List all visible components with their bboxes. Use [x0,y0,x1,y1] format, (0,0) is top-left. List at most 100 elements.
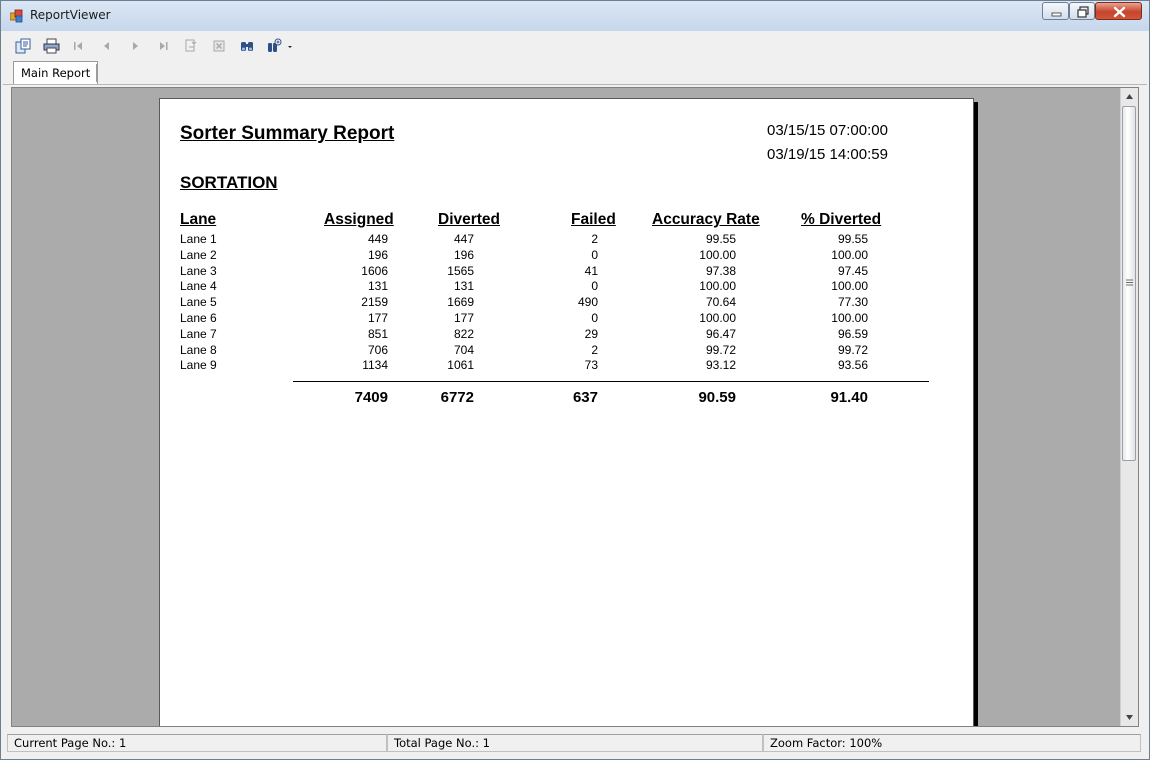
cell-accuracy-rate: 100.00 [699,247,736,262]
find-icon [241,42,253,51]
table-row: Lane 6 177 177 0 100.00 100.00 [160,311,960,327]
minimize-button[interactable] [1042,2,1069,20]
column-header-lane: Lane [180,211,217,228]
cell-failed: 73 [584,358,598,373]
cell-lane: Lane 5 [180,295,217,310]
cell-lane: Lane 1 [180,232,217,246]
total-failed: 637 [572,389,598,406]
total-accuracy-rate: 90.59 [698,389,736,406]
vertical-scrollbar[interactable] [1120,88,1138,726]
app-icon [10,9,23,23]
scroll-up-button[interactable] [1121,88,1138,105]
cell-percent-diverted: 100.00 [831,247,868,262]
find-button[interactable] [237,36,257,56]
cell-failed: 0 [591,247,598,262]
last-page-icon [160,42,168,50]
cell-failed: 29 [584,326,598,341]
cell-assigned: 1134 [362,358,388,373]
column-header-failed: Failed [571,211,616,228]
cell-assigned: 1606 [361,263,388,278]
report-start-date: 03/15/15 07:00:00 [767,122,888,139]
total-assigned: 7409 [354,389,388,406]
totals-divider [293,381,929,382]
next-page-icon [133,42,138,50]
toolbar [3,33,1147,59]
cell-diverted: 177 [453,311,474,325]
report-title: Sorter Summary Report [180,123,395,144]
total-percent-diverted: 91.40 [830,389,868,406]
scroll-thumb[interactable] [1122,106,1136,461]
table-row: Lane 4 131 131 0 100.00 100.00 [160,279,960,295]
cell-accuracy-rate: 96.47 [705,326,736,341]
table-row: Lane 3 1606 1565 41 97.38 97.45 [160,264,960,280]
stop-button[interactable] [209,36,229,56]
window-title: ReportViewer [30,8,111,22]
cell-accuracy-rate: 93.12 [705,358,736,373]
cell-lane: Lane 6 [180,311,217,325]
first-page-icon [74,42,82,50]
cell-diverted: 1669 [447,295,474,310]
scroll-down-button[interactable] [1121,709,1138,726]
total-page-status: Total Page No.: 1 [387,734,763,752]
cell-diverted: 704 [453,342,474,357]
cell-assigned: 449 [367,232,388,246]
cell-lane: Lane 3 [180,263,217,278]
goto-parent-button[interactable] [181,36,201,56]
close-icon [1113,6,1126,18]
next-page-button[interactable] [125,36,145,56]
cell-percent-diverted: 97.45 [837,263,868,278]
tab-strip: Main Report [3,59,1147,85]
column-header-diverted: Diverted [438,211,501,228]
column-header-percent-diverted: % Diverted [801,211,882,228]
table-row: Lane 2 196 196 0 100.00 100.00 [160,248,960,264]
title-bar[interactable]: ReportViewer [1,1,1149,31]
table-row: Lane 7 851 822 29 96.47 96.59 [160,327,960,343]
column-header-accuracy-rate: Accuracy Rate [652,211,760,228]
cell-failed: 0 [591,311,598,325]
cell-accuracy-rate: 70.64 [705,295,736,310]
table-row: Lane 5 2159 1669 490 70.64 77.30 [160,295,960,311]
cell-assigned: 196 [367,247,388,262]
cell-diverted: 1565 [447,263,474,278]
cell-lane: Lane 2 [180,247,217,262]
cell-diverted: 1061 [447,358,474,373]
close-button[interactable] [1095,2,1142,20]
cell-diverted: 822 [453,326,474,341]
first-page-button[interactable] [69,36,89,56]
cell-percent-diverted: 99.72 [837,342,868,357]
print-icon [43,38,60,54]
cell-failed: 2 [591,342,598,357]
cell-accuracy-rate: 100.00 [699,279,736,294]
export-button[interactable] [13,36,33,56]
report-viewer-window: ReportViewer Main Report Sorter Summary … [0,0,1150,760]
previous-page-button[interactable] [97,36,117,56]
cell-percent-diverted: 100.00 [831,311,868,325]
cell-percent-diverted: 77.30 [837,295,868,310]
goto-parent-icon [185,39,197,52]
restore-button[interactable] [1069,2,1095,20]
cell-accuracy-rate: 97.38 [705,263,736,278]
cell-diverted: 131 [453,279,474,294]
cell-percent-diverted: 96.59 [837,326,868,341]
cell-diverted: 196 [453,247,474,262]
cell-accuracy-rate: 99.72 [705,342,736,357]
export-icon [15,38,31,54]
print-button[interactable] [41,36,61,56]
zoom-icon [268,38,292,52]
cell-accuracy-rate: 99.55 [705,232,736,246]
restore-icon [1077,6,1089,18]
report-page: Sorter Summary Report 03/15/15 07:00:00 … [159,98,974,726]
tab-main-report[interactable]: Main Report [13,61,99,84]
cell-percent-diverted: 93.56 [837,358,868,373]
table-row: Lane 8 706 704 2 99.72 99.72 [160,343,960,359]
zoom-dropdown-button[interactable] [265,36,295,56]
cell-assigned: 2159 [361,295,388,310]
cell-lane: Lane 7 [180,326,217,341]
report-viewport[interactable]: Sorter Summary Report 03/15/15 07:00:00 … [11,87,1139,727]
totals-row: 7409 6772 637 90.59 91.40 [160,389,960,409]
cell-lane: Lane 9 [180,358,217,373]
last-page-button[interactable] [153,36,173,56]
column-header-assigned: Assigned [324,211,394,228]
cell-assigned: 706 [367,342,388,357]
zoom-factor-status: Zoom Factor: 100% [763,734,1141,752]
